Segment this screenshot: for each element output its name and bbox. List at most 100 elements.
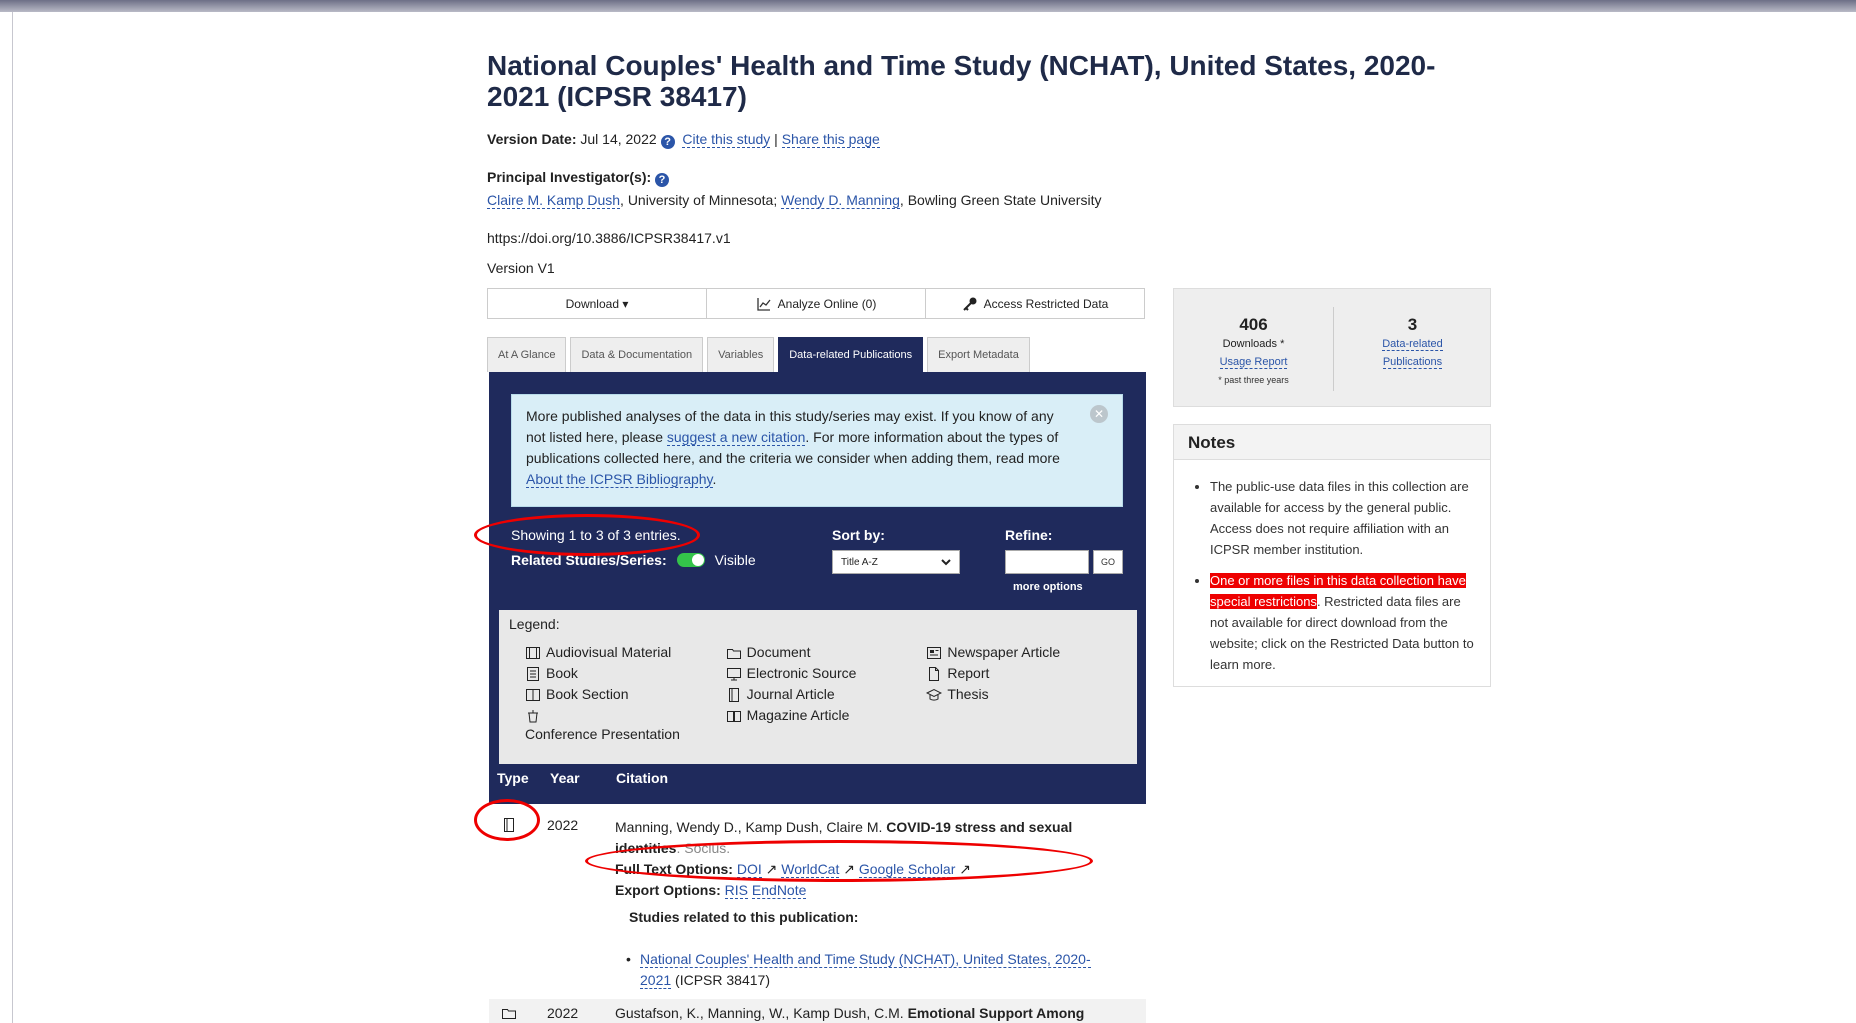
publications-link-2[interactable]: Publications: [1382, 356, 1443, 369]
legend-label: Conference Presentation: [525, 726, 680, 742]
note-item: The public-use data files in this collec…: [1210, 476, 1476, 560]
version-date-label: Version Date:: [487, 131, 577, 147]
info-alert: ✕ More published analyses of the data in…: [511, 394, 1123, 507]
table-row: 2022 Manning, Wendy D., Kamp Dush, Clair…: [489, 804, 1146, 999]
legend-item: Magazine Article: [726, 705, 927, 726]
related-study-id: (ICPSR 38417): [671, 972, 770, 988]
suggest-citation-link[interactable]: suggest a new citation: [666, 429, 806, 446]
downloads-label: Downloads *: [1222, 338, 1285, 350]
pi-line: Principal Investigator(s): ?: [487, 169, 670, 187]
pi1-affil: , University of Minnesota;: [620, 192, 778, 208]
legend-title: Legend:: [509, 616, 560, 632]
folder-icon: [726, 649, 741, 659]
pi-names: Claire M. Kamp Dush, University of Minne…: [487, 192, 1102, 209]
close-icon[interactable]: ✕: [1090, 405, 1108, 423]
publications-count: 3: [1407, 315, 1418, 334]
stats-box: 406 Downloads * Usage Report * past thre…: [1173, 288, 1491, 407]
legend-item: Book Section: [525, 684, 726, 705]
pi-label: Principal Investigator(s):: [487, 169, 652, 185]
action-bar: Download ▾ Analyze Online (0) Access Res…: [487, 288, 1145, 319]
note-item: One or more files in this data collectio…: [1210, 570, 1476, 675]
book-section-icon: [526, 689, 540, 701]
sort-select[interactable]: Title A-Z: [832, 550, 960, 574]
endnote-link[interactable]: EndNote: [751, 882, 807, 899]
citation: Gustafson, K., Manning, W., Kamp Dush, C…: [615, 1005, 1135, 1021]
go-button[interactable]: GO: [1093, 550, 1123, 574]
publications-stat: 3 Data-related Publications: [1333, 315, 1492, 371]
legend-item: Journal Article: [726, 684, 927, 705]
bullet: •: [626, 951, 631, 967]
window-top-bar: [0, 0, 1856, 12]
publications-link-1[interactable]: Data-related: [1382, 338, 1443, 351]
analyze-label: Analyze Online (0): [777, 296, 877, 311]
page-title: National Couples' Health and Time Study …: [487, 50, 1436, 112]
header-citation: Citation: [616, 770, 669, 786]
table-row: 2022 Gustafson, K., Manning, W., Kamp Du…: [489, 999, 1146, 1023]
legend-label: Thesis: [947, 686, 989, 702]
tab-export-metadata[interactable]: Export Metadata: [927, 337, 1030, 372]
publications-panel: ✕ More published analyses of the data in…: [489, 372, 1146, 804]
refine-input[interactable]: [1005, 550, 1089, 574]
legend-label: Book Section: [546, 686, 629, 702]
tab-data-related-publications[interactable]: Data-related Publications: [778, 337, 924, 372]
header-type: Type: [497, 770, 529, 786]
legend-item: Thesis: [926, 684, 1127, 705]
usage-report-link[interactable]: Usage Report: [1219, 356, 1288, 369]
graduation-cap-icon: [926, 688, 943, 701]
help-icon[interactable]: ?: [655, 173, 670, 187]
legend-label: Newspaper Article: [947, 644, 1061, 660]
download-button[interactable]: Download ▾: [488, 289, 707, 318]
share-link[interactable]: Share this page: [781, 131, 880, 148]
help-icon[interactable]: ?: [660, 135, 675, 149]
restricted-data-button[interactable]: Access Restricted Data: [926, 289, 1144, 318]
open-book-icon: [726, 711, 741, 722]
pi1-link[interactable]: Claire M. Kamp Dush: [487, 192, 621, 209]
left-border: [12, 12, 13, 1023]
chart-icon: [756, 297, 771, 311]
legend-item: Newspaper Article: [926, 642, 1127, 663]
sort-label: Sort by:: [832, 527, 885, 543]
tab-data-documentation[interactable]: Data & Documentation: [570, 337, 704, 372]
version: Version V1: [487, 260, 555, 276]
legend-item: Conference Presentation: [525, 705, 726, 745]
key-icon: [962, 297, 977, 311]
doi: https://doi.org/10.3886/ICPSR38417.v1: [487, 230, 731, 246]
legend-item: Electronic Source: [726, 663, 927, 684]
annotation-ellipse: [474, 799, 540, 841]
sort-value: Title A-Z: [841, 556, 878, 568]
related-study-item: • National Couples' Health and Time Stud…: [626, 949, 1120, 991]
bibliography-link[interactable]: About the ICPSR Bibliography: [526, 471, 713, 488]
related-value: Visible: [714, 552, 756, 568]
tab-at-a-glance[interactable]: At A Glance: [487, 337, 567, 372]
legend-label: Magazine Article: [746, 707, 850, 723]
folder-icon: [502, 1009, 516, 1019]
cite-link[interactable]: Cite this study: [682, 131, 771, 148]
more-options-link[interactable]: more options: [1013, 581, 1083, 593]
pi2-link[interactable]: Wendy D. Manning: [781, 192, 900, 209]
export-label: Export Options:: [615, 882, 721, 898]
studies-related-label: Studies related to this publication:: [629, 909, 859, 925]
download-label: Download ▾: [565, 296, 629, 311]
ris-link[interactable]: RIS: [724, 882, 749, 899]
legend-label: Audiovisual Material: [546, 644, 672, 660]
refine-label: Refine:: [1005, 527, 1053, 543]
legend-label: Electronic Source: [746, 665, 857, 681]
pi2-affil: , Bowling Green State University: [899, 192, 1102, 208]
tab-variables[interactable]: Variables: [707, 337, 775, 372]
tab-bar: At A Glance Data & Documentation Variabl…: [487, 337, 1034, 372]
restricted-label: Access Restricted Data: [983, 296, 1109, 311]
film-icon: [526, 647, 540, 659]
related-toggle[interactable]: [676, 553, 705, 567]
legend-item: Audiovisual Material: [525, 642, 726, 663]
info-text: More published analyses of the data in t…: [526, 406, 1066, 490]
version-date-line: Version Date: Jul 14, 2022 ? Cite this s…: [487, 131, 880, 149]
downloads-note: * past three years: [1218, 375, 1289, 385]
presentation-icon: [528, 710, 538, 723]
annotation-ellipse: [474, 514, 700, 556]
citation-title: Emotional Support Among: [907, 1005, 1085, 1021]
header-year: Year: [550, 770, 580, 786]
chevron-down-icon: [941, 559, 951, 566]
book-icon: [527, 667, 539, 681]
analyze-online-button[interactable]: Analyze Online (0): [707, 289, 926, 318]
citation-authors: Manning, Wendy D., Kamp Dush, Claire M.: [615, 819, 887, 835]
